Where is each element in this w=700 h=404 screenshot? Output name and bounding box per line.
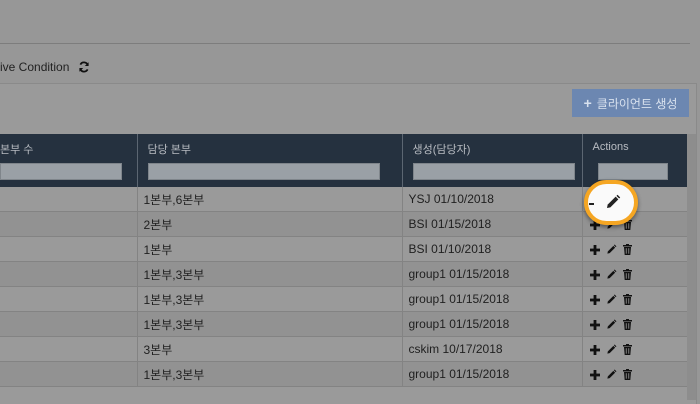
count-cell [0, 187, 137, 212]
created-cell: BSI 01/15/2018 [401, 211, 582, 237]
table-row[interactable]: 2본부 BSI 01/15/2018 [0, 211, 687, 237]
column-label: 생성(담당자) [412, 144, 471, 156]
plus-icon[interactable] [589, 369, 600, 380]
table-row[interactable]: 1본부,3본부 group1 01/15/2018 [0, 361, 687, 387]
column-label: 담당 본부 [147, 144, 192, 156]
created-cell: group1 01/15/2018 [401, 286, 582, 312]
dept-cell: 2본부 [136, 211, 402, 237]
dept-cell: 1본부,6본부 [136, 187, 402, 212]
plus-icon[interactable] [589, 294, 600, 305]
count-cell [0, 361, 137, 387]
create-client-label: 클라이언트 생성 [596, 96, 678, 111]
column-header-actions: Actions [581, 134, 687, 187]
top-divider [0, 43, 690, 44]
create-client-button[interactable]: + 클라이언트 생성 [572, 89, 689, 117]
created-cell: group1 01/15/2018 [401, 261, 582, 287]
client-table: 본부 수 담당 본부 생성(담당자) Actions 1본부,6본부 YSJ 01… [0, 134, 687, 387]
count-cell [0, 236, 137, 262]
trash-icon[interactable] [622, 244, 632, 256]
trash-icon[interactable] [622, 294, 632, 306]
plus-icon-partial [589, 203, 594, 205]
column-header-dept: 담당 본부 [136, 134, 402, 187]
pencil-icon[interactable] [606, 294, 617, 305]
dept-cell: 1본부 [136, 236, 402, 262]
pencil-icon[interactable] [606, 319, 617, 330]
pencil-icon[interactable] [605, 194, 621, 215]
pencil-icon[interactable] [606, 244, 617, 255]
table-row[interactable]: 1본부,3본부 group1 01/15/2018 [0, 286, 687, 312]
scrollbar[interactable] [687, 134, 696, 400]
active-condition-label: ive Condition [0, 60, 70, 74]
trash-icon[interactable] [622, 344, 632, 356]
pencil-icon[interactable] [606, 269, 617, 280]
filter-input[interactable] [0, 163, 122, 180]
table-row[interactable]: 1본부,3본부 group1 01/15/2018 [0, 261, 687, 287]
dept-cell: 1본부,3본부 [136, 361, 402, 387]
trash-icon[interactable] [622, 369, 632, 381]
column-header-created: 생성(담당자) [401, 134, 582, 187]
pencil-icon[interactable] [606, 369, 617, 380]
edit-highlight[interactable] [584, 180, 638, 225]
actions-cell [581, 236, 687, 262]
filter-input[interactable] [412, 163, 575, 180]
plus-icon[interactable] [589, 319, 600, 330]
column-label: 본부 수 [0, 144, 34, 156]
dept-cell: 1본부,3본부 [136, 311, 402, 337]
count-cell [0, 336, 137, 362]
created-cell: group1 01/15/2018 [401, 311, 582, 337]
dept-cell: 1본부,3본부 [136, 261, 402, 287]
count-cell [0, 286, 137, 312]
column-header-count: 본부 수 [0, 134, 137, 187]
pencil-icon[interactable] [606, 344, 617, 355]
created-cell: group1 01/15/2018 [401, 361, 582, 387]
active-condition-bar: ive Condition [0, 59, 90, 75]
count-cell [0, 311, 137, 337]
created-cell: YSJ 01/10/2018 [401, 187, 582, 212]
created-cell: cskim 10/17/2018 [401, 336, 582, 362]
table-row[interactable]: 1본부 BSI 01/10/2018 [0, 236, 687, 262]
dept-cell: 1본부,3본부 [136, 286, 402, 312]
plus-icon[interactable] [589, 244, 600, 255]
actions-cell [581, 261, 687, 287]
actions-cell [581, 336, 687, 362]
table-row[interactable]: 3본부 cskim 10/17/2018 [0, 336, 687, 362]
filter-input[interactable] [147, 163, 380, 180]
count-cell [0, 211, 137, 237]
actions-cell [581, 286, 687, 312]
actions-cell [581, 361, 687, 387]
refresh-icon[interactable] [78, 61, 90, 73]
count-cell [0, 261, 137, 287]
table-header-row: 본부 수 담당 본부 생성(담당자) Actions [0, 134, 687, 187]
column-label: Actions [592, 141, 629, 153]
plus-icon[interactable] [589, 344, 600, 355]
filter-input[interactable] [597, 163, 668, 180]
plus-icon[interactable] [589, 269, 600, 280]
actions-cell [581, 311, 687, 337]
dept-cell: 3본부 [136, 336, 402, 362]
trash-icon[interactable] [622, 319, 632, 331]
plus-icon: + [583, 95, 592, 111]
created-cell: BSI 01/10/2018 [401, 236, 582, 262]
trash-icon[interactable] [622, 269, 632, 281]
table-row[interactable]: 1본부,3본부 group1 01/15/2018 [0, 311, 687, 337]
